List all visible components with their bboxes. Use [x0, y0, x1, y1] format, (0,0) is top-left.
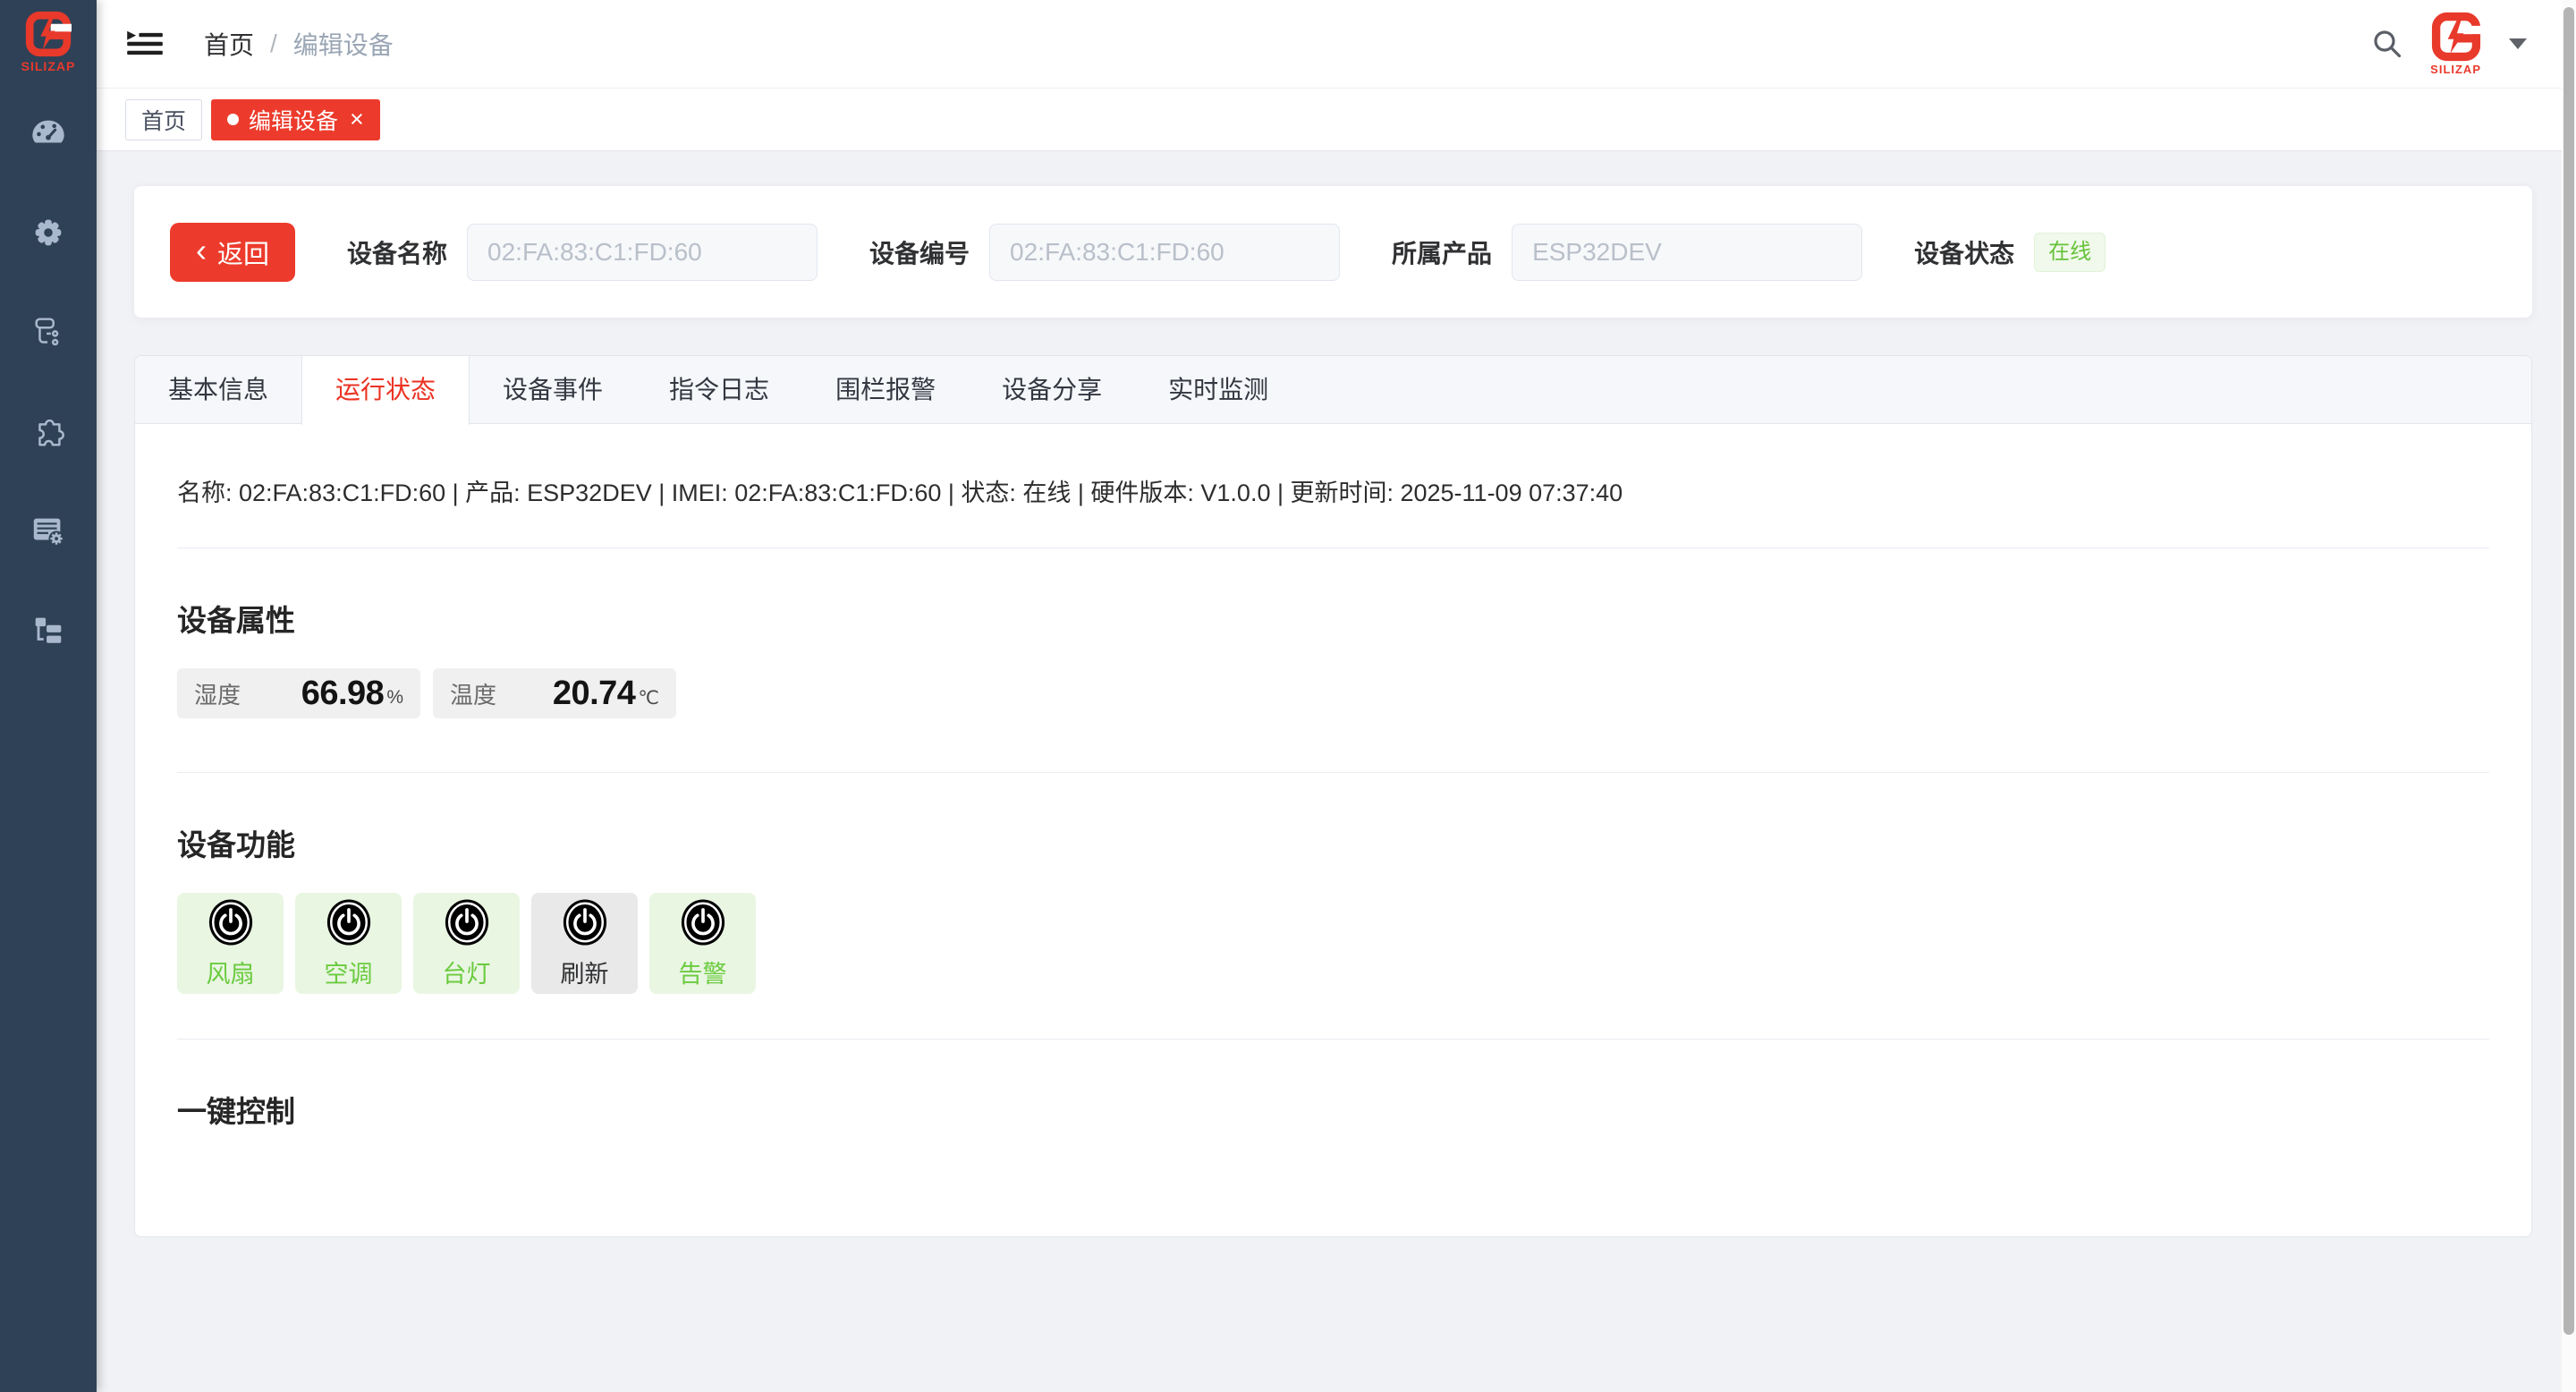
device-status-label: 设备状态: [1914, 234, 2014, 270]
function-ac-label: 空调: [325, 955, 373, 989]
sidebar-nav: [29, 73, 68, 649]
field-product: 所属产品: [1392, 224, 1862, 281]
settings-gear-icon: [30, 214, 67, 251]
field-device-number: 设备编号: [869, 224, 1340, 281]
sidebar-item-plugins[interactable]: [29, 412, 68, 451]
function-refresh-button[interactable]: 刷新: [531, 893, 638, 994]
power-icon: [443, 897, 491, 947]
stat-humidity-value: 66.98: [301, 675, 385, 713]
log-list-icon: [30, 512, 67, 549]
device-tree-icon: [30, 313, 67, 351]
sidebar-item-categories[interactable]: [29, 610, 68, 649]
running-status-panel: 名称: 02:FA:83:C1:FD:60 | 产品: ESP32DEV | I…: [135, 424, 2531, 1236]
section-title-functions: 设备功能: [177, 821, 2489, 864]
stat-temperature-label: 温度: [450, 677, 496, 710]
function-refresh-label: 刷新: [561, 955, 609, 989]
tab-basic-info[interactable]: 基本信息: [135, 356, 301, 424]
stat-temperature: 温度 20.74 ℃: [433, 668, 676, 718]
plugin-puzzle-icon: [30, 412, 67, 450]
field-device-name: 设备名称: [347, 224, 818, 281]
tab-device-events[interactable]: 设备事件: [470, 356, 636, 424]
user-avatar[interactable]: SILIZAP: [2430, 12, 2481, 76]
power-icon: [679, 897, 727, 947]
hamburger-icon[interactable]: [125, 28, 165, 60]
tab-running-status[interactable]: 运行状态: [301, 356, 470, 425]
back-button[interactable]: ‹ 返回: [170, 223, 295, 282]
device-name-label: 设备名称: [347, 234, 447, 270]
tab-command-logs[interactable]: 指令日志: [636, 356, 802, 424]
tag-close-icon[interactable]: ×: [350, 107, 364, 132]
tab-realtime-monitor[interactable]: 实时监测: [1135, 356, 1301, 424]
tabs-header: 基本信息 运行状态 设备事件 指令日志 围栏报警 设备分享 实时监测: [135, 356, 2531, 424]
tag-home-label: 首页: [141, 104, 186, 136]
function-alert-label: 告警: [679, 955, 727, 989]
power-icon: [207, 897, 255, 947]
sidebar-item-dashboard[interactable]: [29, 114, 68, 153]
scrollbar-thumb[interactable]: [2563, 7, 2574, 1335]
attribute-row: 湿度 66.98 % 温度 20.74 ℃: [177, 668, 2489, 718]
device-number-label: 设备编号: [869, 234, 970, 270]
function-fan-label: 风扇: [207, 955, 255, 989]
avatar-brand-text: SILIZAP: [2430, 63, 2481, 76]
tag-home[interactable]: 首页: [125, 99, 202, 140]
tagbar: 首页 编辑设备 ×: [97, 89, 2576, 151]
sidebar: SILIZAP: [0, 0, 97, 1392]
breadcrumb-separator: /: [270, 30, 277, 58]
device-status-group: 设备状态 在线: [1914, 233, 2106, 272]
stat-temperature-unit: ℃: [638, 687, 659, 709]
dashboard-icon: [30, 115, 67, 152]
divider: [177, 772, 2489, 773]
divider: [177, 547, 2489, 548]
function-alert-button[interactable]: 告警: [649, 893, 756, 994]
breadcrumb-home[interactable]: 首页: [204, 26, 254, 62]
back-button-label: 返回: [217, 233, 269, 271]
page-content: ‹ 返回 设备名称 设备编号 所属产品 设备状态 在线: [97, 151, 2576, 1237]
navbar-right: SILIZAP: [2371, 12, 2528, 76]
stat-humidity: 湿度 66.98 %: [177, 668, 420, 718]
breadcrumb-current: 编辑设备: [293, 26, 394, 62]
section-title-one-key: 一键控制: [177, 1088, 2489, 1131]
device-name-input[interactable]: [467, 224, 818, 281]
device-summary-line: 名称: 02:FA:83:C1:FD:60 | 产品: ESP32DEV | I…: [177, 473, 2489, 508]
tag-edit-device-label: 编辑设备: [249, 104, 338, 136]
chevron-down-icon[interactable]: [2508, 38, 2528, 50]
back-chevron-icon: ‹: [196, 234, 207, 267]
avatar-logo-icon: [2431, 12, 2481, 62]
divider: [177, 1039, 2489, 1040]
stat-humidity-unit: %: [386, 687, 403, 709]
silizap-logo-icon: [25, 11, 72, 57]
tag-edit-device[interactable]: 编辑设备 ×: [211, 99, 380, 140]
function-lamp-button[interactable]: 台灯: [413, 893, 520, 994]
category-tree-icon: [30, 611, 67, 649]
sidebar-item-devices[interactable]: [29, 312, 68, 352]
power-icon: [325, 897, 373, 947]
sidebar-logo[interactable]: SILIZAP: [21, 0, 76, 73]
function-lamp-label: 台灯: [443, 955, 491, 989]
sidebar-item-settings[interactable]: [29, 213, 68, 252]
stat-humidity-label: 湿度: [194, 677, 241, 710]
function-fan-button[interactable]: 风扇: [177, 893, 284, 994]
tab-fence-alarm[interactable]: 围栏报警: [802, 356, 969, 424]
stat-temperature-value: 20.74: [553, 675, 636, 713]
function-row: 风扇 空调 台灯 刷新: [177, 893, 2489, 994]
breadcrumb: 首页 / 编辑设备: [204, 26, 394, 62]
sidebar-brand-text: SILIZAP: [21, 59, 76, 73]
section-title-attributes: 设备属性: [177, 597, 2489, 640]
tab-device-share[interactable]: 设备分享: [969, 356, 1135, 424]
device-toolbar-card: ‹ 返回 设备名称 设备编号 所属产品 设备状态 在线: [134, 186, 2532, 318]
device-tabs-card: 基本信息 运行状态 设备事件 指令日志 围栏报警 设备分享 实时监测 名称: 0…: [134, 355, 2532, 1237]
scrollbar-track: [2562, 0, 2576, 1392]
device-number-input[interactable]: [989, 224, 1340, 281]
tag-active-dot: [227, 114, 239, 125]
power-icon: [561, 897, 609, 947]
status-badge: 在线: [2034, 233, 2106, 272]
product-label: 所属产品: [1392, 234, 1492, 270]
function-ac-button[interactable]: 空调: [295, 893, 402, 994]
sidebar-item-logs[interactable]: [29, 511, 68, 550]
top-navbar: 首页 / 编辑设备 SILIZAP: [97, 0, 2576, 89]
search-icon[interactable]: [2371, 28, 2403, 60]
product-input[interactable]: [1512, 224, 1862, 281]
